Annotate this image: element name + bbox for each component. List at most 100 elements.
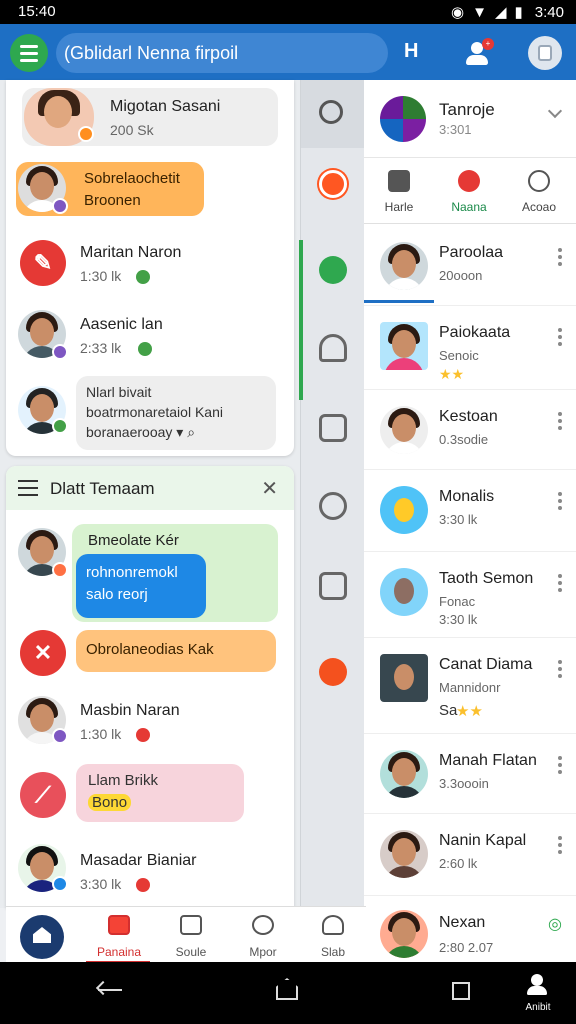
chevron-down-icon: ▾	[176, 424, 184, 440]
clock-icon	[528, 170, 550, 192]
contact-item[interactable]: Paiokaata Senoic ★★	[364, 306, 576, 390]
contact-item[interactable]: Manah Flatan 3.3oooin	[364, 734, 576, 814]
list-item[interactable]: Nlarl bivait boatrmonaretaiol Kani boran…	[6, 376, 294, 450]
chat-panel-secondary: Dlatt Temaam ✕ Bmeolate Kér rohnonremokl…	[6, 466, 294, 908]
status-badge	[52, 344, 68, 360]
gallery-icon[interactable]	[319, 414, 347, 442]
status-bar: 15:40 ◉ ▼ ◢ ▮ 3:40	[0, 0, 576, 24]
more-options-icon[interactable]	[558, 328, 562, 349]
list-item[interactable]: Masadar Bianiar 3:30 lk	[6, 838, 294, 904]
contact-item[interactable]: Canat Diama Mannidonr Sa ★★	[364, 638, 576, 734]
contact-item[interactable]: Nanin Kapal 2:60 lk	[364, 814, 576, 896]
more-options-icon[interactable]	[558, 492, 562, 513]
edit-icon[interactable]	[319, 256, 347, 284]
wifi-icon: ▼	[472, 3, 487, 21]
location-icon[interactable]: ◎	[548, 914, 562, 934]
contact-name: Maritan Naron	[80, 244, 182, 261]
home-icon[interactable]	[276, 978, 298, 1000]
nav-item-mpor[interactable]: Mpor	[228, 907, 298, 963]
chat-bubble: rohnonremokl salo reorj	[76, 554, 206, 618]
avatar	[380, 322, 428, 370]
list-item[interactable]: Aasenic lan 2:33 lk	[6, 300, 294, 370]
close-icon[interactable]: ✕	[261, 476, 278, 501]
app-logo-icon[interactable]	[10, 34, 48, 72]
record-icon[interactable]	[319, 170, 347, 198]
list-item[interactable]: Migotan Sasani 200 Sk	[6, 84, 294, 152]
contacts-column: Tanroje 3:301 Harle Naana Acoao Paroolaa…	[364, 80, 576, 962]
message-time: 1:30 lk	[80, 726, 122, 742]
system-nav-bar: Anibit	[0, 962, 576, 1024]
emoji-icon	[136, 270, 150, 284]
tab-bar: Harle Naana Acoao	[364, 158, 576, 303]
rail-active-indicator	[299, 240, 303, 400]
list-item[interactable]: Sobrelaochetit Broonen	[6, 160, 294, 222]
contact-item[interactable]: Nexan 2:80 2.07 ◎	[364, 896, 576, 962]
chat-bubble: Obrolaneodias Kak	[76, 630, 276, 672]
cloud-icon[interactable]	[319, 334, 347, 362]
stars-icon: ★★	[456, 703, 483, 720]
emoji-icon	[136, 728, 150, 742]
more-options-icon[interactable]	[558, 248, 562, 269]
clock-icon	[252, 915, 274, 935]
user-icon[interactable]	[526, 974, 548, 996]
chat-list-column: Migotan Sasani 200 Sk Sobrelaochetit Bro…	[0, 80, 300, 908]
contact-name: Aasenic lan	[80, 316, 163, 333]
overflow-menu-icon[interactable]	[528, 36, 562, 70]
status-badge	[78, 126, 94, 142]
more-options-icon[interactable]	[558, 836, 562, 857]
user-label: Anibit	[525, 1002, 551, 1013]
side-rail	[299, 80, 365, 908]
emoji-icon	[138, 342, 152, 356]
group-subtitle: 3:301	[439, 122, 472, 137]
back-icon[interactable]	[95, 980, 122, 998]
recent-apps-icon[interactable]	[452, 982, 470, 1000]
close-icon: ✕	[20, 630, 66, 676]
avatar	[380, 242, 428, 290]
tag-icon: ✎	[20, 240, 66, 286]
tab-acoao[interactable]: Acoao	[504, 158, 574, 224]
nav-item-slab[interactable]: Slab	[298, 907, 368, 963]
contact-item[interactable]: Kestoan 0.3sodie	[364, 390, 576, 470]
chevron-down-icon[interactable]	[547, 103, 563, 119]
list-item[interactable]: ⟋ Llam Brikk Bono	[6, 762, 294, 828]
avatar	[380, 406, 428, 454]
group-header[interactable]: Tanroje 3:301	[364, 80, 576, 158]
message-time: 1:30 lk	[80, 268, 122, 284]
nav-item-soule[interactable]: Soule	[156, 907, 226, 963]
avatar	[380, 910, 428, 958]
search-input[interactable]: (Gblidarl Nenna firpoil	[56, 33, 388, 73]
tab-home[interactable]: Harle	[364, 158, 434, 224]
notification-icon	[458, 170, 480, 192]
avatar	[380, 486, 428, 534]
status-badge	[52, 728, 68, 744]
more-options-icon[interactable]	[558, 660, 562, 681]
chat-bubble: Llam Brikk Bono	[76, 764, 244, 822]
status-time: 15:40	[18, 3, 56, 20]
share-icon[interactable]	[319, 658, 347, 686]
home-icon[interactable]	[20, 915, 64, 959]
list-item[interactable]: Bmeolate Kér rohnonremokl salo reorj	[6, 522, 294, 626]
list-item[interactable]: ✕ Obrolaneodias Kak	[6, 628, 294, 682]
list-item[interactable]: ✎ Maritan Naron 1:30 lk	[6, 228, 294, 298]
add-contact-icon[interactable]: +	[462, 38, 494, 68]
hamburger-icon[interactable]	[18, 480, 38, 501]
contact-item[interactable]: Paroolaa 20ooon	[364, 226, 576, 306]
contact-name: Masbin Naran	[80, 702, 180, 719]
search-icon[interactable]	[319, 100, 343, 124]
profile-icon	[322, 915, 344, 935]
sync-icon[interactable]	[319, 492, 347, 520]
more-options-icon[interactable]	[558, 574, 562, 595]
profile-icon[interactable]	[319, 572, 347, 600]
more-options-icon[interactable]	[558, 756, 562, 777]
app-bar: (Gblidarl Nenna firpoil H +	[0, 24, 576, 80]
contact-item[interactable]: Taoth Semon Fonac 3:30 lk	[364, 552, 576, 638]
contact-item[interactable]: Monalis 3:30 lk	[364, 470, 576, 552]
avatar	[380, 654, 428, 702]
gallery-icon	[180, 915, 202, 935]
h-filter-icon[interactable]: H	[404, 40, 418, 63]
status-badge	[52, 418, 68, 434]
list-item[interactable]: Masbin Naran 1:30 lk	[6, 688, 294, 758]
nav-item-panaina[interactable]: Panaina	[84, 907, 154, 963]
more-options-icon[interactable]	[558, 412, 562, 433]
tab-naana[interactable]: Naana	[434, 158, 504, 224]
